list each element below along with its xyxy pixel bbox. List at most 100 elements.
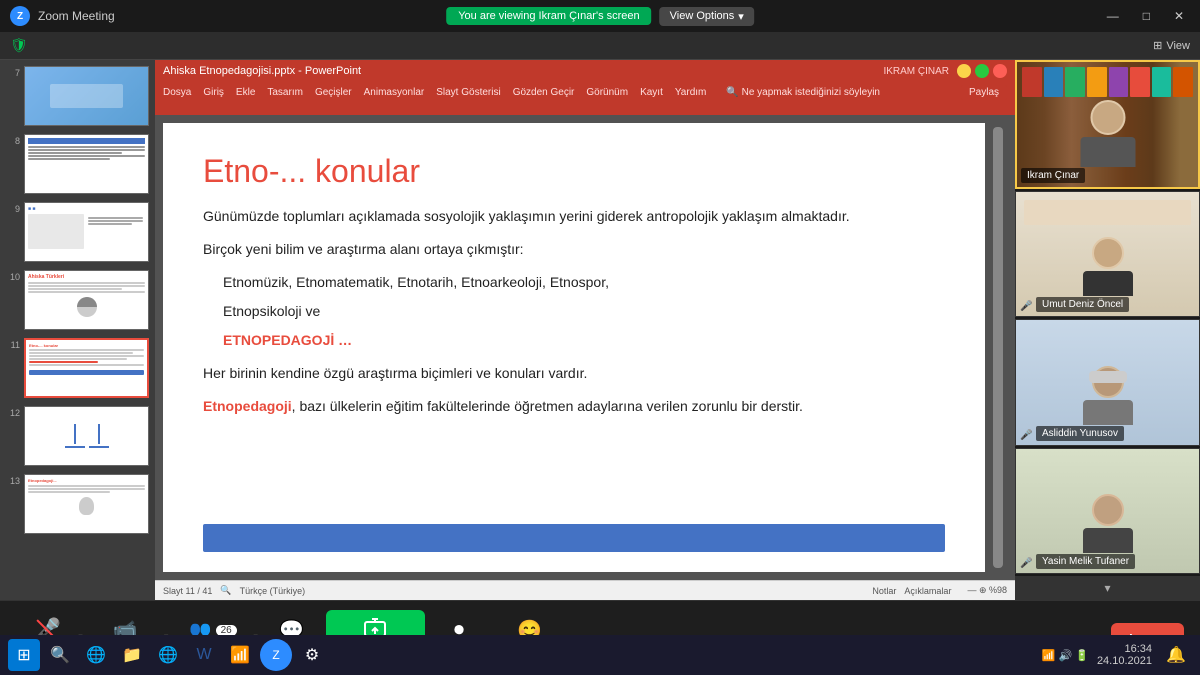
slide-body: Günümüzde toplumları açıklamada sosyoloj… <box>203 206 945 429</box>
menu-gozden-gecir[interactable]: Gözden Geçir <box>513 87 575 98</box>
word-icon[interactable]: W <box>188 639 220 671</box>
thumbnail-7[interactable]: 7 <box>4 64 151 128</box>
menu-dosya[interactable]: Dosya <box>163 87 191 98</box>
participant-video-ikram: Ikram Çınar <box>1015 60 1200 189</box>
participants-scroll-down[interactable]: ▾ <box>1015 576 1200 600</box>
settings-icon[interactable]: ⚙ <box>296 639 328 671</box>
ppt-minimize-button[interactable] <box>957 64 971 78</box>
slide-area: Ahiska Etnopedagojisi.pptx - PowerPoint … <box>155 60 1015 600</box>
edge-icon[interactable]: 🌐 <box>80 639 112 671</box>
mic-muted-icon-asliddin: 🎤 <box>1020 430 1032 441</box>
main-area: 7 8 <box>0 60 1200 600</box>
slide-para-2: Birçok yeni bilim ve araştırma alanı ort… <box>203 239 945 260</box>
mic-muted-icon-yasin: 🎤 <box>1020 558 1032 569</box>
thumbnail-8[interactable]: 8 <box>4 132 151 196</box>
language-label: Türkçe (Türkiye) <box>240 586 306 596</box>
menu-slayt-gosterisi[interactable]: Slayt Gösterisi <box>436 87 500 98</box>
slide-para-4: Etnopedagoji, bazı ülkelerin eğitim fakü… <box>203 396 945 417</box>
system-tray: 📶 🔊 🔋 <box>1042 649 1089 662</box>
ppt-close-button[interactable] <box>993 64 1007 78</box>
slide-number: Slayt 11 / 41 <box>163 586 212 596</box>
menu-ekle[interactable]: Ekle <box>236 87 255 98</box>
edge-browser-icon[interactable]: 🌐 <box>152 639 184 671</box>
start-button[interactable]: ⊞ <box>8 639 40 671</box>
participant-name-asliddin: Asliddin Yunusov <box>1036 426 1124 441</box>
menu-gorunum[interactable]: Görünüm <box>586 87 628 98</box>
slide-para-1: Günümüzde toplumları açıklamada sosyoloj… <box>203 206 945 227</box>
participant-name-yasin: Yasin Melik Tufaner <box>1036 554 1135 569</box>
participant-name-ikram: Ikram Çınar <box>1021 168 1085 183</box>
ppt-file-title: Ahiska Etnopedagojisi.pptx - PowerPoint <box>163 65 361 77</box>
participant-video-yasin: 🎤 Yasin Melik Tufaner <box>1015 448 1200 575</box>
slide-frame: Etno-... konular Günümüzde toplumları aç… <box>163 123 985 572</box>
titlebar-center: You are viewing Ikram Çınar's screen Vie… <box>446 7 754 26</box>
slide-bottom-bar <box>203 524 945 552</box>
app-title: Zoom Meeting <box>38 9 115 23</box>
explorer-icon[interactable]: 📁 <box>116 639 148 671</box>
menu-tasarim[interactable]: Tasarım <box>267 87 303 98</box>
titlebar-right: — □ ✕ <box>1101 7 1190 25</box>
viewing-badge: You are viewing Ikram Çınar's screen <box>446 7 651 25</box>
menu-animasyonlar[interactable]: Animasyonlar <box>364 87 425 98</box>
ppt-user: IKRAM ÇINAR <box>883 66 949 77</box>
notes-btn[interactable]: Notlar <box>872 586 896 596</box>
chevron-down-icon: ▾ <box>1104 581 1110 595</box>
language-indicator: 🔍 <box>220 585 231 596</box>
ppt-status-bar: Slayt 11 / 41 🔍 Türkçe (Türkiye) Notlar … <box>155 580 1015 600</box>
date-display: 24.10.2021 <box>1097 655 1152 667</box>
close-button[interactable]: ✕ <box>1168 7 1190 25</box>
chevron-down-icon: ▾ <box>738 10 744 23</box>
participant-name-umut: Umut Deniz Öncel <box>1036 297 1129 312</box>
view-button[interactable]: ⊞ View <box>1153 39 1190 52</box>
slide-indent-2: Etnopsikoloji ve <box>203 301 945 322</box>
menu-gecisler[interactable]: Geçişler <box>315 87 352 98</box>
thumbnail-9[interactable]: 9 ■ ■ <box>4 200 151 264</box>
win-taskbar-left: ⊞ 🔍 🌐 📁 🌐 W 📶 Z ⚙ <box>8 639 328 671</box>
ppt-title-bar: Ahiska Etnopedagojisi.pptx - PowerPoint … <box>155 60 1015 82</box>
view-options-button[interactable]: View Options ▾ <box>660 7 754 26</box>
slide-scrollbar[interactable] <box>993 127 1003 568</box>
ppt-window-controls <box>957 64 1007 78</box>
participant-video-umut: 🎤 Umut Deniz Öncel <box>1015 191 1200 318</box>
slide-red-etnopedagoji: Etnopedagoji <box>203 398 292 414</box>
thumbnail-11[interactable]: 11 Etno-... konular <box>4 336 151 400</box>
notification-icon[interactable]: 🔔 <box>1160 639 1192 671</box>
thumbnail-13[interactable]: 13 Etnopedagoji... <box>4 472 151 536</box>
zoom-logo-icon: Z <box>10 6 30 26</box>
menu-yardim[interactable]: Yardım <box>675 87 707 98</box>
minimize-button[interactable]: — <box>1101 7 1125 25</box>
windows-taskbar: ⊞ 🔍 🌐 📁 🌐 W 📶 Z ⚙ 📶 🔊 🔋 16:34 24.10.2021… <box>0 635 1200 675</box>
comments-btn[interactable]: Açıklamalar <box>904 586 951 596</box>
zoom-level: — ⊕ %98 <box>967 585 1007 596</box>
slide-para-3: Her birinin kendine özgü araştırma biçim… <box>203 363 945 384</box>
participants-panel: Ikram Çınar 🎤 Umut Deniz Öncel <box>1015 60 1200 600</box>
participants-count-badge: 26 <box>216 625 237 636</box>
time-display: 16:34 <box>1097 643 1152 655</box>
clock: 16:34 24.10.2021 <box>1097 643 1152 667</box>
security-bar: 🛡 ⊞ View <box>0 32 1200 60</box>
ppt-menu-bar[interactable]: Dosya Giriş Ekle Tasarım Geçişler Animas… <box>155 82 1015 102</box>
participant-video-asliddin: 🎤 Asliddin Yunusov <box>1015 319 1200 446</box>
menu-search[interactable]: 🔍 Ne yapmak istediğinizi söyleyin <box>726 87 880 98</box>
slide-etnopedagoji: ETNOPEDAGOJİ … <box>203 330 945 351</box>
titlebar-left: Z Zoom Meeting <box>10 6 115 26</box>
thumbnail-10[interactable]: 10 Ahiska Türkleri <box>4 268 151 332</box>
slide-content-wrapper: Etno-... konular Günümüzde toplumları aç… <box>155 115 1015 580</box>
search-icon[interactable]: 🔍 <box>44 639 76 671</box>
slide-title: Etno-... konular <box>203 153 945 190</box>
title-bar: Z Zoom Meeting You are viewing Ikram Çın… <box>0 0 1200 32</box>
wifi-icon[interactable]: 📶 <box>224 639 256 671</box>
ppt-header: Ahiska Etnopedagojisi.pptx - PowerPoint … <box>155 60 1015 115</box>
grid-icon: ⊞ <box>1153 39 1162 52</box>
thumbnails-panel[interactable]: 7 8 <box>0 60 155 600</box>
menu-kayit[interactable]: Kayıt <box>640 87 663 98</box>
win-taskbar-right: 📶 🔊 🔋 16:34 24.10.2021 🔔 <box>1042 639 1192 671</box>
thumbnail-12[interactable]: 12 <box>4 404 151 468</box>
shield-icon: 🛡 <box>10 37 28 54</box>
share-ppt-btn[interactable]: Paylaş <box>961 85 1007 100</box>
ppt-maximize-button[interactable] <box>975 64 989 78</box>
mic-muted-icon-umut: 🎤 <box>1020 301 1032 312</box>
maximize-button[interactable]: □ <box>1137 7 1156 25</box>
zoom-app-icon[interactable]: Z <box>260 639 292 671</box>
menu-giris[interactable]: Giriş <box>203 87 224 98</box>
